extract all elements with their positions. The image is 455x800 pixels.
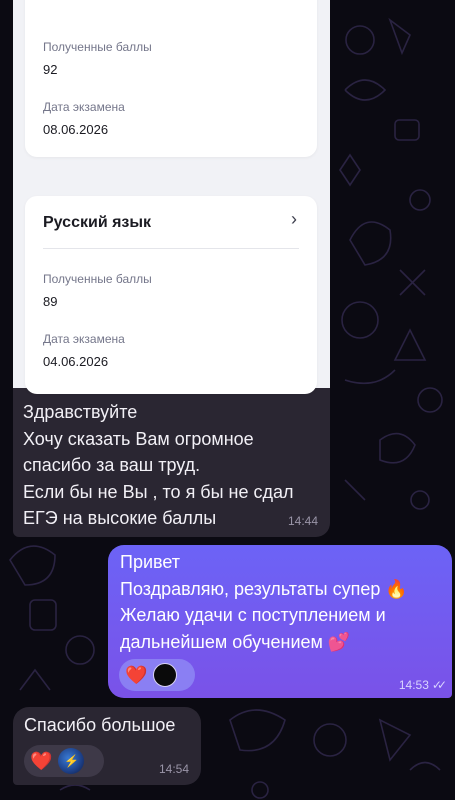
message-line: Хочу сказать Вам огромное [23, 428, 254, 449]
heart-reaction-icon: ❤️ [30, 751, 53, 771]
exam-card-previous: Полученные баллы 92 Дата экзамена 08.06.… [25, 0, 317, 157]
score-value: 92 [43, 62, 58, 77]
subject-title: Русский язык [43, 214, 152, 231]
reactor-avatar: ⚡ [58, 748, 85, 774]
message-line: спасибо за ваш труд. [23, 455, 201, 475]
message-time: 14:54 [158, 762, 189, 776]
message-time: 14:44 [287, 514, 318, 528]
date-value: 04.06.2026 [43, 354, 109, 369]
message-line: ЕГЭ на высокие баллы [23, 508, 217, 528]
reactor-avatar [153, 663, 178, 687]
score-value: 89 [43, 294, 58, 309]
lightning-icon: ⚡ [63, 754, 79, 768]
chevron-right-icon: › [291, 209, 297, 229]
date-value: 08.06.2026 [43, 122, 109, 137]
outgoing-message[interactable]: Привет Поздравляю, результаты супер 🔥 Же… [108, 545, 452, 698]
score-label: Полученные баллы [43, 272, 152, 286]
message-line: Здравствуйте [23, 402, 138, 422]
message-line: Если бы не Вы , то я бы не сдал [23, 481, 294, 502]
message-line: Поздравляю, результаты супер 🔥 [120, 578, 408, 599]
incoming-message[interactable]: Спасибо большое ❤️ ⚡ 14:54 [13, 707, 201, 785]
incoming-message-with-photo[interactable]: Полученные баллы 92 Дата экзамена 08.06.… [13, 0, 330, 537]
reaction-chip[interactable]: ❤️ [119, 659, 195, 691]
heart-reaction-icon: ❤️ [125, 665, 148, 685]
divider [43, 248, 299, 249]
score-label: Полученные баллы [43, 40, 152, 54]
exam-results-screenshot[interactable]: Полученные баллы 92 Дата экзамена 08.06.… [13, 0, 330, 394]
message-text: Спасибо большое [24, 715, 176, 735]
exam-card-russian: Русский язык › Полученные баллы 89 Дата … [25, 196, 317, 394]
message-line: Привет [120, 552, 181, 572]
message-line: дальнейшем обучением 💕 [120, 631, 351, 652]
message-text: Здравствуйте Хочу сказать Вам огромное с… [23, 399, 323, 532]
message-time: 14:53 ✓✓ [398, 678, 447, 692]
read-checkmarks-icon: ✓✓ [431, 678, 447, 692]
reaction-chip[interactable]: ❤️ ⚡ [24, 745, 104, 777]
time-text: 14:53 [398, 678, 429, 692]
message-text: Привет Поздравляю, результаты супер 🔥 Же… [120, 549, 440, 655]
message-line: Желаю удачи с поступлением и [120, 605, 386, 625]
date-label: Дата экзамена [43, 100, 125, 114]
date-label: Дата экзамена [43, 332, 125, 346]
